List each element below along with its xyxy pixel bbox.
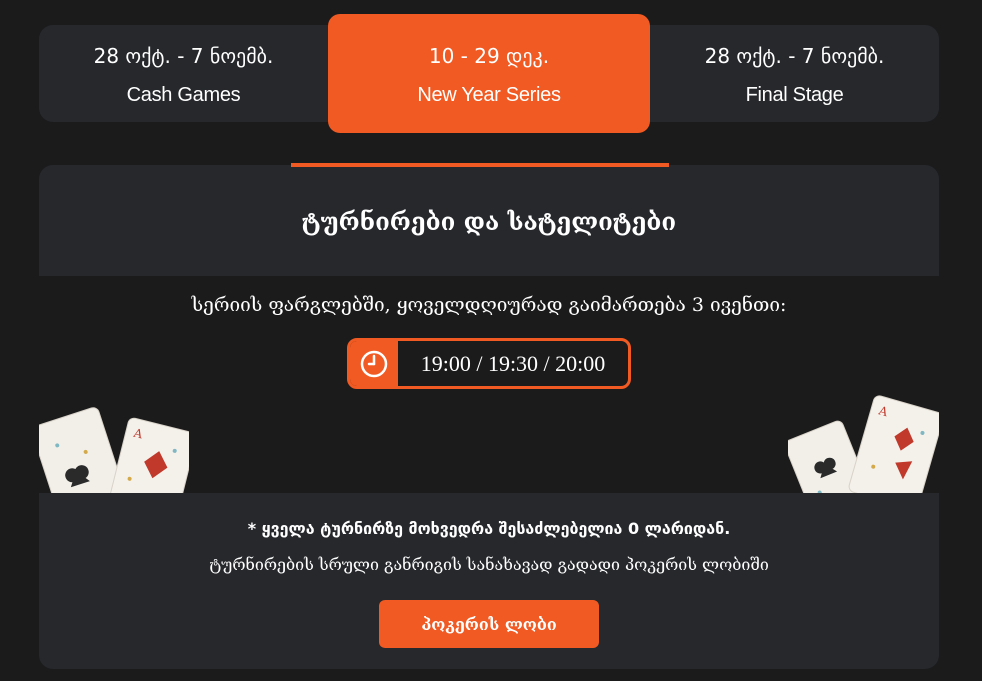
schedule-note: ტურნირების სრული განრიგის სანახავად გადა… (209, 555, 769, 574)
entry-note-suffix: ლარიდან. (639, 519, 731, 538)
tab-date: 28 ოქტ. - 7 ნოემბ. (704, 44, 885, 68)
tab-new-year-series[interactable]: 10 - 29 დეკ. New Year Series (328, 14, 650, 133)
series-tabs: 28 ოქტ. - 7 ნოემბ. Cash Games 10 - 29 დე… (39, 14, 939, 133)
entry-note: * ყველა ტურნირზე მოხვედრა შესაძლებელია 0… (39, 519, 939, 538)
active-tab-indicator (291, 163, 669, 167)
entry-note-prefix: * ყველა ტურნირზე მოხვედრა შესაძლებელია (247, 519, 628, 538)
panel-footer: * ყველა ტურნირზე მოხვედრა შესაძლებელია 0… (39, 493, 939, 669)
tab-label: New Year Series (417, 84, 561, 106)
tab-label: Cash Games (126, 84, 241, 106)
clock-icon (350, 341, 398, 386)
series-description: სერიის ფარგლებში, ყოველდღიურად გაიმართებ… (191, 294, 787, 316)
playing-cards-left-image: A (39, 393, 189, 493)
tab-date: 28 ოქტ. - 7 ნოემბ. (93, 44, 274, 68)
poker-lobby-button[interactable]: პოკერის ლობი (379, 600, 599, 648)
tab-final-stage[interactable]: 28 ოქტ. - 7 ნოემბ. Final Stage (650, 25, 939, 122)
entry-note-amount: 0 (627, 519, 640, 538)
panel-title: ტურნირები და სატელიტები (301, 207, 677, 236)
panel-header: ტურნირები და სატელიტები (39, 165, 939, 276)
event-times-box: 19:00 / 19:30 / 20:00 (347, 338, 631, 389)
tab-label: Final Stage (745, 84, 844, 106)
playing-cards-right-image: A (788, 393, 939, 493)
event-times: 19:00 / 19:30 / 20:00 (420, 350, 606, 376)
tab-date: 10 - 29 დეკ. (428, 44, 550, 68)
tab-cash-games[interactable]: 28 ოქტ. - 7 ნოემბ. Cash Games (39, 25, 328, 122)
